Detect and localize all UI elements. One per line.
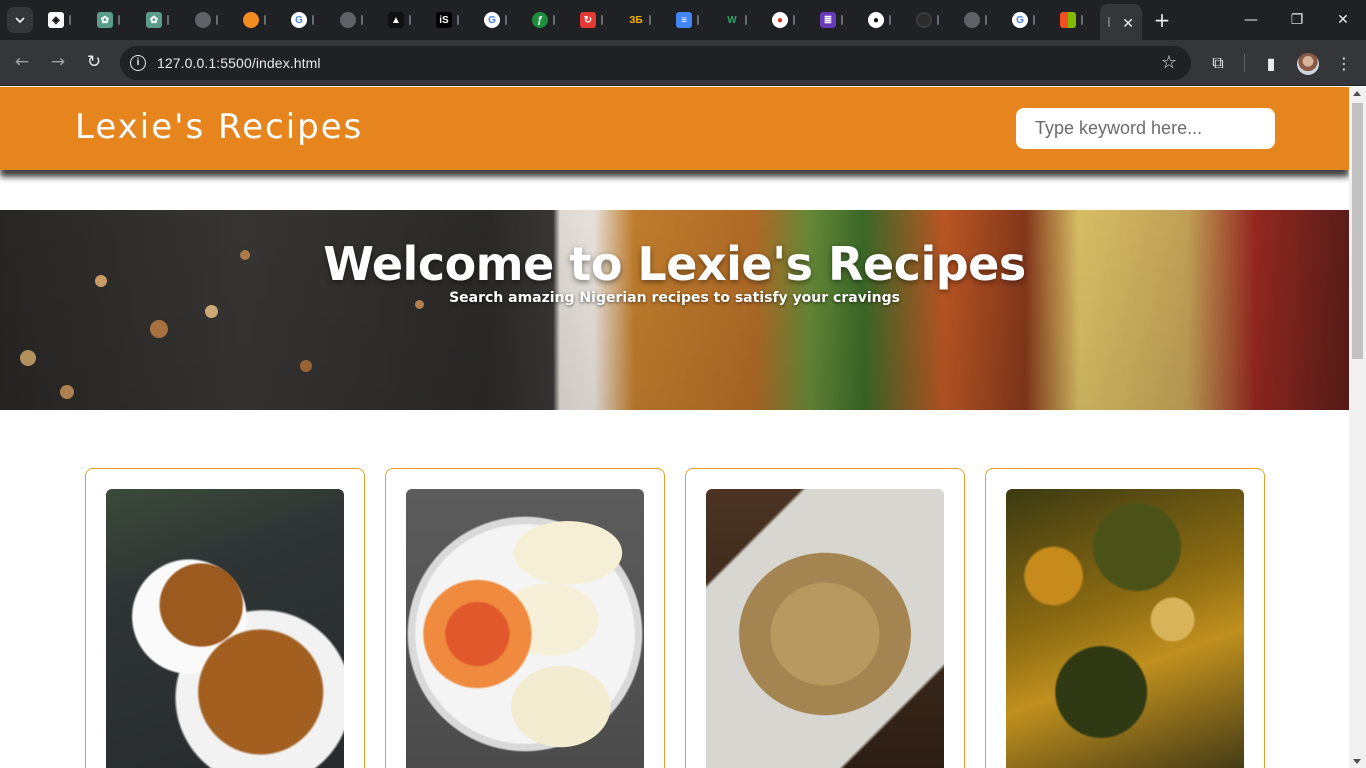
address-bar[interactable]: i 127.0.0.1:5500/index.html ☆ (120, 46, 1191, 80)
browser-tab[interactable]: ƒ (526, 8, 572, 32)
chatgpt-icon: ✿ (97, 12, 113, 28)
google-docs-icon: ≡ (676, 12, 692, 28)
browser-tab[interactable]: ▲ (382, 8, 428, 32)
page-viewport: Lexie's Recipes Welcome to Lexie's Recip… (0, 87, 1349, 768)
browser-tab[interactable]: ↻ (574, 8, 620, 32)
browser-tab[interactable] (910, 8, 956, 32)
vegetable-soup-image[interactable] (1006, 489, 1244, 768)
browser-tab[interactable]: ● (766, 8, 812, 32)
new-tab-button[interactable]: + (1150, 8, 1174, 32)
dark-circle-icon (916, 12, 932, 28)
scroll-up-icon[interactable] (1353, 91, 1361, 96)
more-menu-icon[interactable]: ⋮ (1333, 52, 1355, 74)
restore-button[interactable]: ❐ (1274, 0, 1320, 40)
minimize-button[interactable]: — (1228, 0, 1274, 40)
page-scrollbar[interactable] (1349, 87, 1366, 768)
w-app-icon: W (724, 12, 740, 28)
globe-icon (195, 12, 211, 28)
codepen-icon: ◈ (48, 12, 64, 28)
globe-icon (964, 12, 980, 28)
scroll-down-icon[interactable] (1353, 759, 1361, 764)
toolbar-divider (1244, 54, 1245, 72)
list-app-icon: ≣ (820, 12, 836, 28)
github-icon: ● (868, 12, 884, 28)
dark-app-icon: ▲ (388, 12, 404, 28)
browser-tab[interactable]: ЗБ (622, 8, 668, 32)
google-icon: G (484, 12, 500, 28)
back-arrow-icon[interactable]: ← (8, 48, 36, 76)
close-window-button[interactable]: ✕ (1320, 0, 1366, 40)
browser-tab[interactable]: ✿ (91, 8, 137, 32)
close-tab-icon[interactable]: ✕ (1122, 16, 1134, 32)
beans-porridge-image[interactable] (106, 489, 344, 768)
hero-subtitle: Search amazing Nigerian recipes to satis… (449, 290, 900, 306)
browser-tab[interactable]: ≡ (670, 8, 716, 32)
extensions-puzzle-icon[interactable]: ⧉ (1207, 52, 1229, 74)
browser-tab[interactable]: iS (430, 8, 476, 32)
forward-arrow-icon[interactable]: → (44, 48, 72, 76)
tab-search-button[interactable] (7, 7, 33, 33)
red-app-icon: ↻ (580, 12, 596, 28)
recipe-cards (85, 468, 1265, 768)
browser-tab[interactable]: ✿ (140, 8, 186, 32)
orange-circle-icon (243, 12, 259, 28)
hero-banner: Welcome to Lexie's Recipes Search amazin… (0, 210, 1349, 410)
bookmark-star-icon[interactable]: ☆ (1161, 52, 1177, 73)
recipe-card[interactable] (385, 468, 665, 768)
hero-title: Welcome to Lexie's Recipes (323, 237, 1026, 291)
green-app-icon: ƒ (532, 12, 548, 28)
recipe-card[interactable] (985, 468, 1265, 768)
browser-tab[interactable] (237, 8, 283, 32)
site-info-icon[interactable]: i (130, 55, 146, 71)
side-panel-icon[interactable]: ▮ (1260, 52, 1282, 74)
browser-tab[interactable]: G (1006, 8, 1052, 32)
browser-tab[interactable]: G (285, 8, 331, 32)
site-logo[interactable]: Lexie's Recipes (75, 107, 363, 147)
browser-tab[interactable] (334, 8, 380, 32)
recipe-card[interactable] (685, 468, 965, 768)
recipe-card[interactable] (85, 468, 365, 768)
google-icon: G (1012, 12, 1028, 28)
browser-tab[interactable]: ● (862, 8, 908, 32)
reload-icon[interactable]: ↻ (80, 48, 108, 76)
browser-tab[interactable] (958, 8, 1004, 32)
search-input[interactable] (1016, 108, 1275, 149)
url-text[interactable]: 127.0.0.1:5500/index.html (157, 55, 321, 71)
profile-avatar[interactable] (1297, 53, 1319, 75)
chatgpt-icon: ✿ (146, 12, 162, 28)
site-header: Lexie's Recipes (0, 87, 1349, 170)
microsoft-icon (1060, 12, 1076, 28)
browser-tab-active[interactable]: ✕ (1100, 4, 1142, 40)
chrome-ext-icon: ● (772, 12, 788, 28)
browser-toolbar: ← → ↻ i 127.0.0.1:5500/index.html ☆ ⧉ ▮ … (0, 40, 1366, 86)
browser-tab[interactable]: G (478, 8, 524, 32)
is-icon: iS (436, 12, 452, 28)
browser-tab[interactable] (189, 8, 235, 32)
browser-tab[interactable] (1054, 8, 1100, 32)
browser-tab[interactable]: ≣ (814, 8, 860, 32)
browser-tab[interactable]: ◈ (42, 8, 88, 32)
fried-rice-image[interactable] (706, 489, 944, 768)
multicolor-icon: ЗБ (628, 12, 644, 28)
browser-tab[interactable]: W (718, 8, 764, 32)
chevron-down-icon (15, 17, 25, 24)
scrollbar-thumb[interactable] (1352, 103, 1363, 359)
globe-icon (340, 12, 356, 28)
google-icon: G (291, 12, 307, 28)
tab-strip: ◈ ✿ ✿ G ▲ iS G ƒ ↻ ЗБ ≡ W ● ≣ ● G ✕ + — … (0, 0, 1366, 40)
yam-and-egg-image[interactable] (406, 489, 644, 768)
